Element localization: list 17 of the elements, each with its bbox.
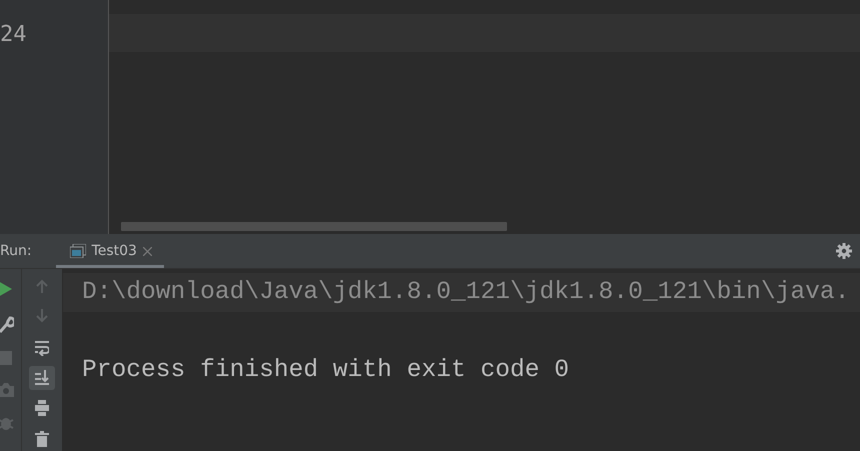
line-number: 24 bbox=[0, 21, 28, 49]
scroll-to-end-icon[interactable] bbox=[35, 370, 49, 386]
horizontal-scrollbar[interactable] bbox=[121, 222, 507, 231]
trash-icon[interactable] bbox=[35, 430, 49, 447]
print-icon[interactable] bbox=[35, 400, 49, 416]
soft-wrap-icon[interactable] bbox=[35, 340, 49, 356]
bug-icon[interactable] bbox=[0, 415, 14, 431]
run-icon[interactable] bbox=[0, 281, 12, 297]
close-icon[interactable] bbox=[142, 246, 152, 256]
settings-icon[interactable] bbox=[836, 243, 852, 259]
wrench-icon[interactable] bbox=[0, 315, 14, 333]
run-label: Run: bbox=[0, 243, 32, 259]
camera-icon[interactable] bbox=[0, 383, 14, 397]
console-output: Process finished with exit code 0 bbox=[81, 356, 570, 386]
run-tab[interactable]: Test03 bbox=[56, 234, 164, 268]
command-line-text: D:\download\Java\jdk1.8.0_121\jdk1.8.0_121\bin\java. bbox=[63, 273, 860, 312]
window-icon bbox=[70, 244, 86, 258]
